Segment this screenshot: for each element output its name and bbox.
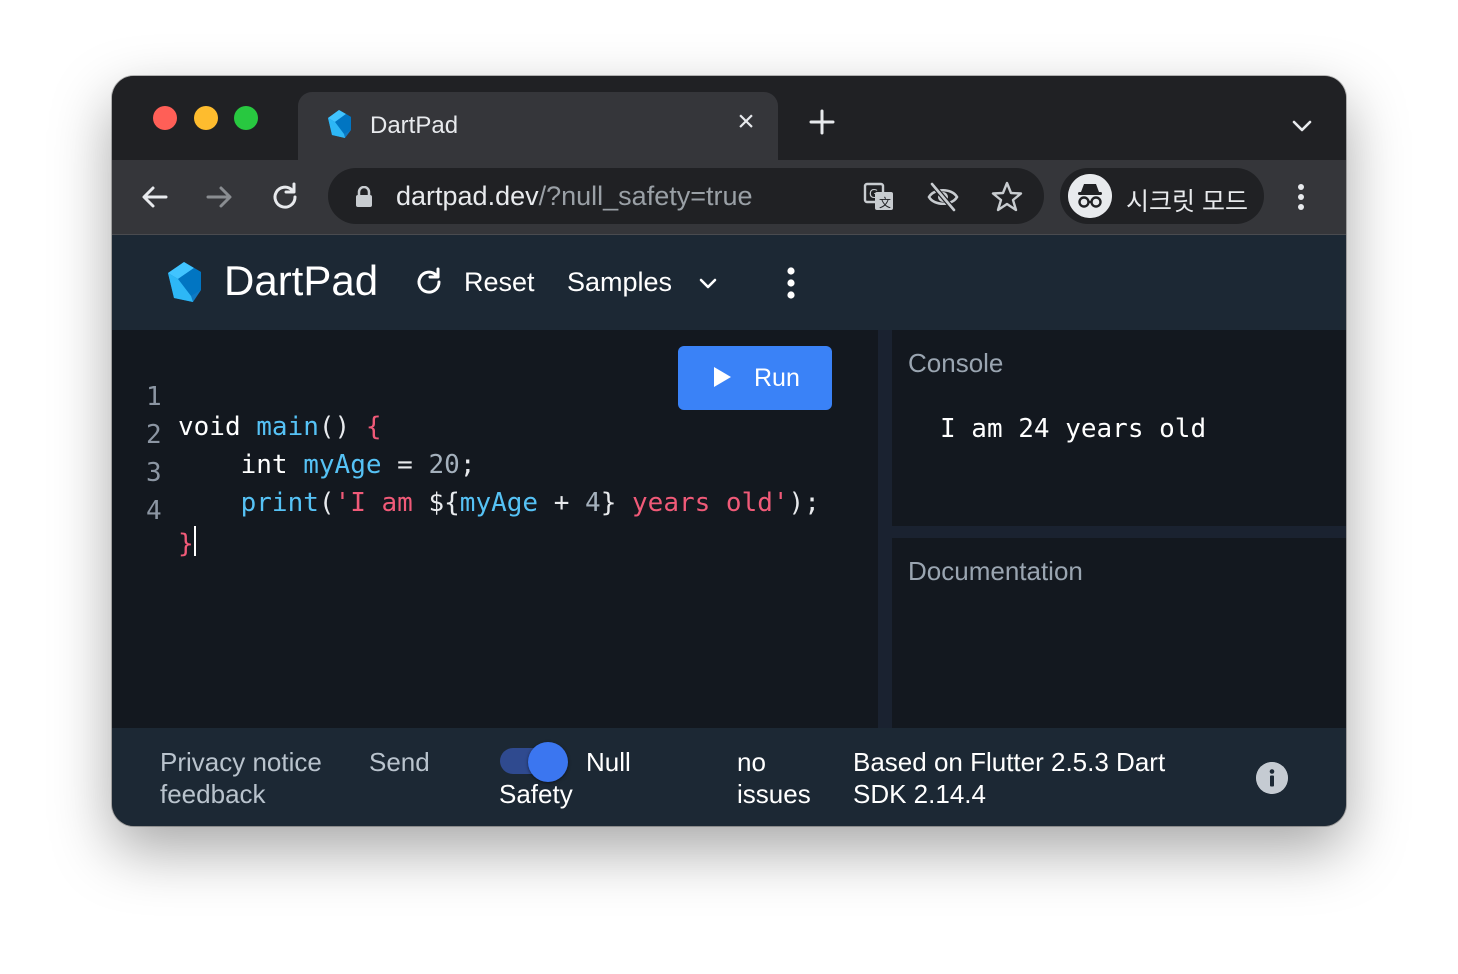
code-line[interactable]: 4 } — [112, 466, 237, 559]
issues-status[interactable]: no issues — [737, 746, 811, 810]
null-safety-label-line1: Null — [586, 747, 631, 777]
code-line[interactable]: 2 int myAge = 20; — [112, 390, 475, 480]
code-editor[interactable]: 1 void main() { 2 int myAge = 20; 3 prin… — [112, 330, 878, 728]
line-number: 4 — [146, 496, 162, 526]
incognito-profile-button[interactable]: 시크릿 모드 — [1060, 168, 1264, 224]
version-line2: SDK 2.14.4 — [853, 779, 986, 809]
code-line[interactable]: 1 void main() { — [112, 352, 382, 442]
reload-icon[interactable] — [268, 180, 302, 214]
tab-title: DartPad — [370, 112, 459, 139]
zoom-window-button[interactable] — [234, 106, 258, 130]
documentation-panel: Documentation — [892, 538, 1346, 728]
eye-slash-icon[interactable] — [926, 180, 960, 214]
play-icon — [714, 367, 731, 387]
console-panel: Console I am 24 years old — [892, 330, 1346, 526]
code-line[interactable]: 3 print('I am ${myAge + 4} years old'); — [112, 428, 820, 518]
lock-icon[interactable] — [354, 186, 374, 208]
dartpad-header: DartPad Reset Samples — [112, 235, 1346, 330]
dart-logo-icon — [328, 110, 351, 138]
tab-close-icon[interactable]: × — [730, 106, 762, 138]
privacy-line1: Privacy notice — [160, 747, 322, 777]
run-button[interactable]: Run — [678, 346, 832, 410]
issues-line2: issues — [737, 779, 811, 809]
back-icon[interactable] — [138, 180, 172, 214]
url-path: /?null_safety=true — [538, 181, 753, 211]
browser-window: DartPad × dartpad.dev/?null_safety=true — [112, 76, 1346, 826]
close-window-button[interactable] — [153, 106, 177, 130]
samples-button[interactable]: Samples — [567, 267, 672, 298]
dartpad-footer: Privacy notice feedback Send Null Safety… — [112, 728, 1346, 826]
console-output: I am 24 years old — [940, 414, 1207, 444]
info-icon[interactable] — [1256, 762, 1288, 794]
null-safety-label-line2: Safety — [499, 779, 573, 809]
svg-text:G: G — [869, 187, 878, 201]
more-vert-icon[interactable] — [776, 265, 806, 301]
minimize-window-button[interactable] — [194, 106, 218, 130]
chevron-down-icon[interactable] — [696, 271, 720, 295]
reset-button[interactable]: Reset — [464, 267, 535, 298]
run-label: Run — [754, 364, 800, 392]
vertical-splitter[interactable] — [878, 330, 892, 728]
new-tab-icon[interactable] — [806, 106, 838, 138]
documentation-title: Documentation — [908, 556, 1083, 586]
app-title: DartPad — [224, 257, 379, 304]
text-cursor — [193, 526, 196, 556]
incognito-label: 시크릿 모드 — [1126, 188, 1248, 216]
console-title: Console — [908, 348, 1004, 378]
null-safety-toggle[interactable] — [500, 742, 568, 782]
svg-text:文: 文 — [879, 195, 891, 210]
line-code[interactable]: } — [178, 526, 196, 559]
issues-line1: no — [737, 747, 766, 777]
send-feedback-link[interactable]: Send — [369, 746, 430, 778]
tab-dartpad[interactable]: DartPad × — [298, 92, 778, 160]
more-vert-icon[interactable] — [1284, 180, 1318, 214]
forward-icon[interactable] — [202, 180, 236, 214]
browser-toolbar: dartpad.dev/?null_safety=true G 文 시크릿 모드 — [112, 160, 1346, 235]
version-info: Based on Flutter 2.5.3 Dart SDK 2.14.4 — [853, 746, 1165, 810]
address-bar[interactable]: dartpad.dev/?null_safety=true G 文 — [328, 168, 1044, 224]
url-host: dartpad.dev — [396, 181, 539, 211]
tab-menu-icon[interactable] — [1288, 112, 1316, 140]
privacy-line2: feedback — [160, 779, 266, 809]
horizontal-splitter[interactable] — [892, 526, 1346, 538]
version-line1: Based on Flutter 2.5.3 Dart — [853, 747, 1166, 777]
title-bar: DartPad × — [112, 76, 1346, 160]
url-text[interactable]: dartpad.dev/?null_safety=true — [396, 181, 753, 212]
line-code[interactable]: print('I am ${myAge + 4} years old'); — [178, 488, 820, 518]
translate-icon[interactable]: G 文 — [862, 180, 896, 214]
star-icon[interactable] — [990, 180, 1024, 214]
reset-icon[interactable] — [414, 267, 444, 297]
dart-logo-icon — [168, 262, 201, 302]
privacy-notice-link[interactable]: Privacy notice feedback — [160, 746, 322, 810]
toggle-knob — [528, 742, 568, 782]
incognito-icon — [1068, 174, 1112, 218]
